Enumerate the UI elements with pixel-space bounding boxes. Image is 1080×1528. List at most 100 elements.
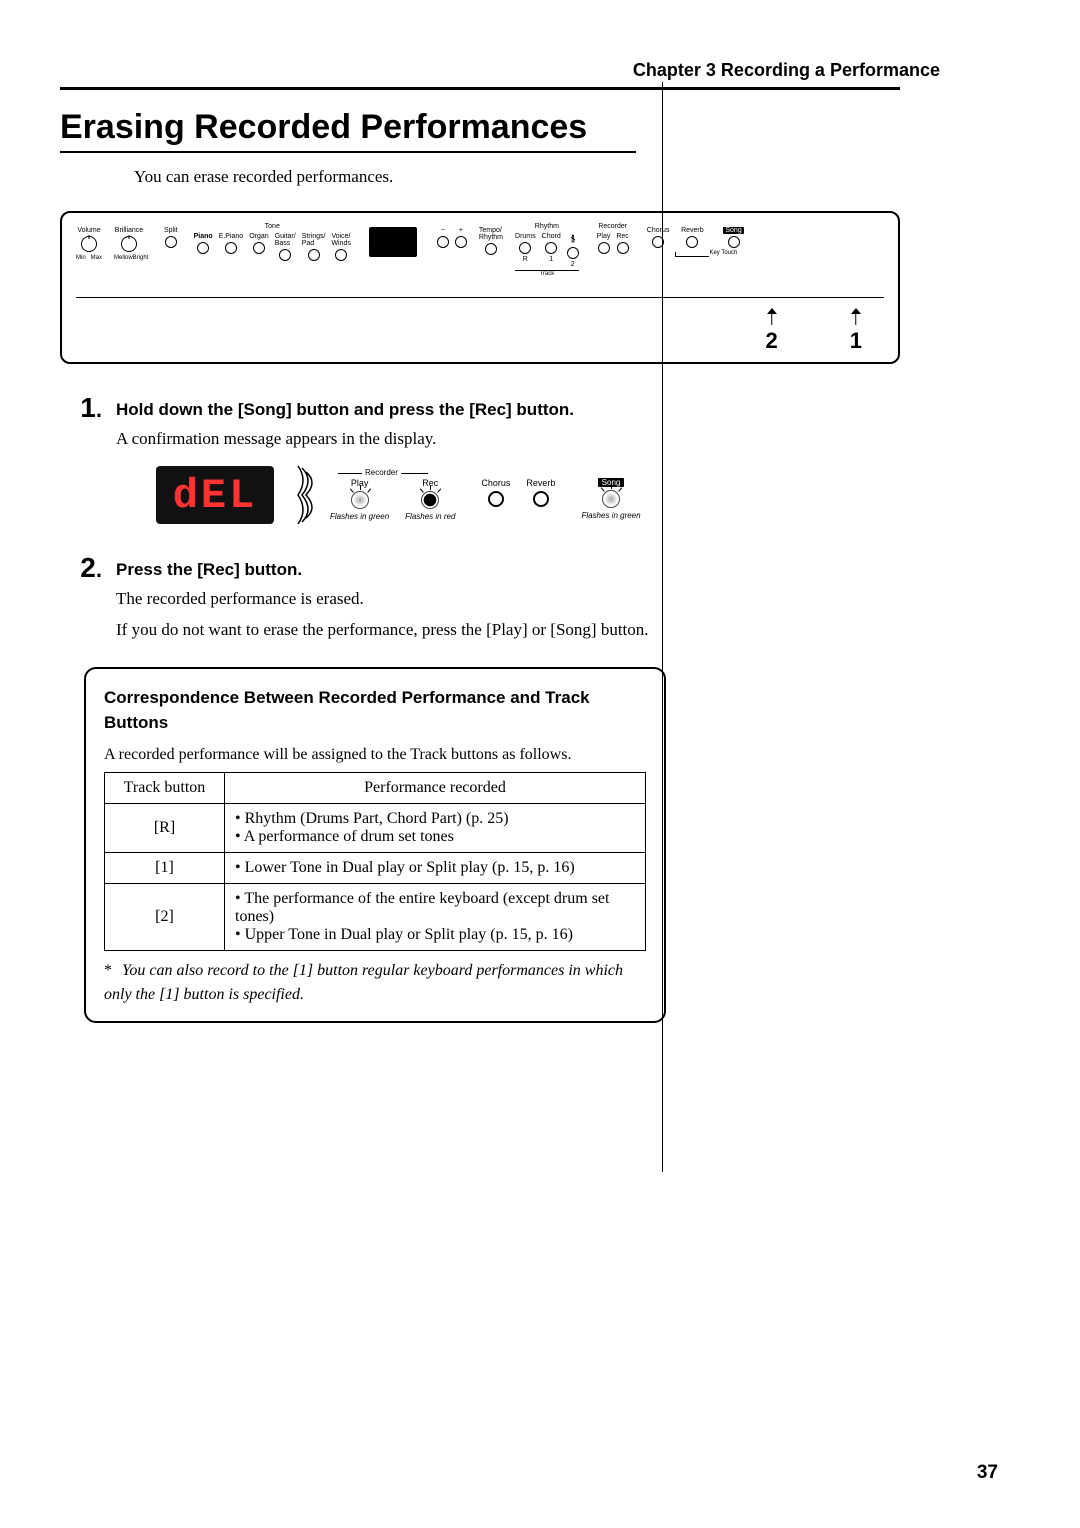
plus-label: + [459,227,463,234]
reverb-label: Reverb [681,227,704,234]
tone-epiano-label: E.Piano [219,233,244,240]
chorus-label: Chorus [647,227,670,234]
vol-max-label: Max [91,255,102,261]
del-play-button [351,491,369,509]
step-1-text: A confirmation message appears in the di… [116,426,652,452]
volume-label: Volume [77,227,100,234]
table-row: [R] • Rhythm (Drums Part, Chord Part) (p… [105,803,646,852]
del-song-button [602,490,620,508]
tone-epiano [225,242,237,254]
tone-organ [253,242,265,254]
bri-bright-label: Bright [133,255,149,261]
track-2-desc: • The performance of the entire keyboard… [225,883,646,950]
flash-green-note-1: Flashes in green [330,512,389,521]
step-1-number: 1 [80,392,96,423]
title-underline [60,151,636,153]
tone-guitar-label: Guitar/ Bass [275,233,296,247]
page-number: 37 [977,1462,998,1484]
step-2: 2. Press the [Rec] button. The recorded … [60,552,652,649]
step-2-text1: The recorded performance is erased. [116,586,652,612]
track-table: Track button Performance recorded [R] • … [104,772,646,951]
arrow-up-icon [850,308,862,326]
tone-strings-label: Strings/ Pad [302,233,326,247]
callout-2: 2 [766,328,778,354]
del-reverb-label: Reverb [526,478,555,488]
flash-red-note: Flashes in red [405,512,455,521]
column-divider [662,82,663,1172]
track-r-desc: • Rhythm (Drums Part, Chord Part) (p. 25… [225,803,646,852]
metronome-button [567,247,579,259]
volume-knob [81,236,97,252]
tempo-button [485,243,497,255]
track-1-cell: [1] [105,852,225,883]
table-header-trackbutton: Track button [105,772,225,803]
table-header-performance: Performance recorded [225,772,646,803]
arrow-up-icon [766,308,778,326]
chord-label: Chord [542,233,561,240]
tone-guitar [279,249,291,261]
callout-1: 1 [850,328,862,354]
tone-bracket-label: Tone [263,223,282,230]
tone-piano-label: Piano [194,233,213,240]
drums-label: Drums [515,233,536,240]
drums-button [519,242,531,254]
del-reverb-button [533,491,549,507]
play-button [598,242,610,254]
del-diagram: dEL Recorder Play [156,464,652,526]
correspondence-box: Correspondence Between Recorded Performa… [84,667,666,1023]
tone-organ-label: Organ [249,233,268,240]
brilliance-knob [121,236,137,252]
key-touch-label: Key Touch [709,250,737,256]
step-2-number: 2 [80,552,96,583]
title-block: Erasing Recorded Performances You can er… [60,108,652,187]
minus-label: − [441,227,445,234]
inset-title: Correspondence Between Recorded Performa… [104,685,646,736]
tempo-label: Tempo/ Rhythm [479,227,503,241]
reverb-button [686,236,698,248]
recorder-bracket-label: Recorder [596,223,629,230]
step-2-dot: . [96,557,102,582]
tone-strings [308,249,320,261]
chord-button [545,242,557,254]
footnote: *You can also record to the [1] button r… [104,959,646,1007]
sound-wave-icon [288,464,316,526]
split-label: Split [164,227,178,234]
track-2-label: 2 [571,261,575,268]
del-chorus-label: Chorus [481,478,510,488]
step-1-head: Hold down the [Song] button and press th… [116,400,652,420]
footnote-star: * [104,959,122,983]
vol-min-label: Min [76,255,86,261]
play-label: Play [597,233,611,240]
rec-button [617,242,629,254]
heavy-rule [60,87,900,90]
tone-voice-label: Voice/ Winds [331,233,350,247]
step-2-text2: If you do not want to erase the performa… [116,617,652,643]
inset-intro: A recorded performance will be assigned … [104,746,646,764]
footnote-text: You can also record to the [1] button re… [104,962,623,1003]
rec-label: Rec [616,233,628,240]
metronome-icon [568,233,578,245]
song-button [728,236,740,248]
track-1-desc: • Lower Tone in Dual play or Split play … [225,852,646,883]
del-display: dEL [156,466,274,524]
flash-green-note-2: Flashes in green [581,511,640,520]
del-chorus-button [488,491,504,507]
table-row: [2] • The performance of the entire keyb… [105,883,646,950]
song-label: Song [723,227,743,234]
track-2-cell: [2] [105,883,225,950]
brilliance-label: Brilliance [115,227,143,234]
table-row: [1] • Lower Tone in Dual play or Split p… [105,852,646,883]
control-panel-diagram: Volume Min Max Brilliance Mellow Bright … [60,211,900,364]
track-r-label: R [523,256,528,263]
step-2-head: Press the [Rec] button. [116,560,652,580]
track-bracket-label: Track [515,270,579,277]
del-recorder-label: Recorder [362,468,401,477]
tone-piano [197,242,209,254]
minus-button [437,236,449,248]
rhythm-bracket-label: Rhythm [533,223,561,230]
step-1-dot: . [96,397,102,422]
track-1-label: 1 [549,256,553,263]
bri-mellow-label: Mellow [114,255,133,261]
display-screen [369,227,417,257]
tone-voice [335,249,347,261]
